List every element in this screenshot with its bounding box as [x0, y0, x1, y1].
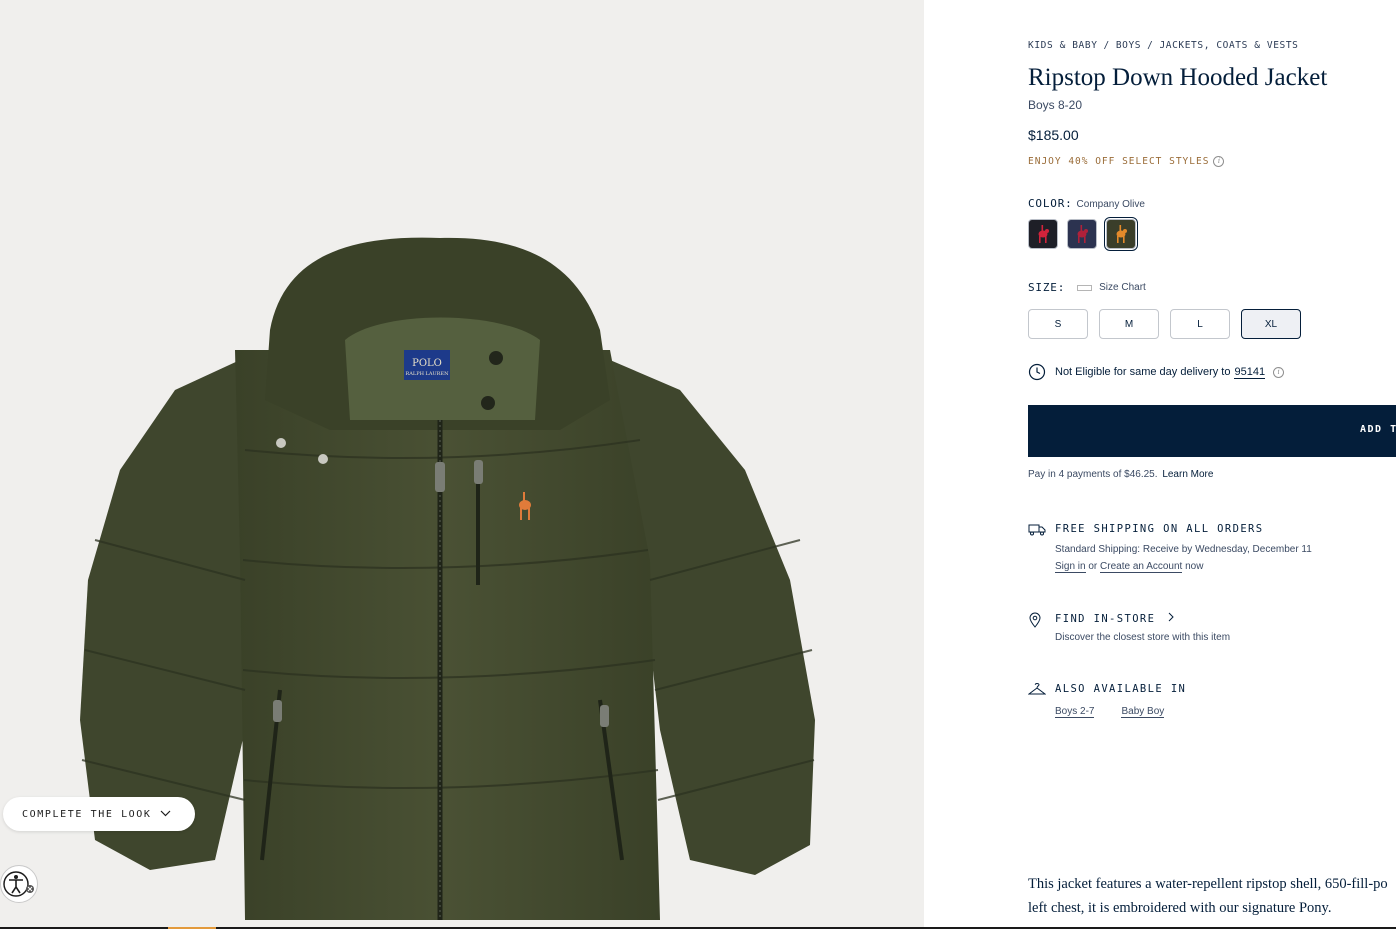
product-title: Ripstop Down Hooded Jacket [1028, 64, 1328, 91]
accessibility-icon [3, 871, 34, 897]
color-swatches [1028, 217, 1138, 251]
breadcrumb-item[interactable]: JACKETS, COATS & VESTS [1159, 40, 1298, 51]
now-text: now [1185, 561, 1204, 572]
find-in-store-label: FIND IN-STORE [1055, 613, 1156, 625]
svg-text:POLO: POLO [412, 358, 442, 369]
promo-message: ENJOY 40% OFF SELECT STYLES i [1028, 156, 1225, 167]
create-account-link[interactable]: Create an Account [1100, 561, 1183, 573]
color-swatch-selected[interactable] [1104, 217, 1138, 251]
size-option[interactable]: M [1099, 309, 1159, 339]
boys-2-7-link[interactable]: Boys 2-7 [1055, 706, 1095, 718]
promo-text: ENJOY 40% OFF SELECT STYLES [1028, 156, 1210, 167]
info-icon[interactable]: i [1213, 156, 1225, 167]
breadcrumb-item[interactable]: KIDS & BABY [1028, 40, 1098, 51]
shipping-heading: FREE SHIPPING ON ALL ORDERS [1055, 523, 1264, 535]
size-chart-link[interactable]: Size Chart [1077, 282, 1146, 293]
jacket-photo: POLO RALPH LAUREN [80, 237, 815, 920]
baby-boy-link[interactable]: Baby Boy [1121, 706, 1165, 718]
installment-payments: Pay in 4 payments of $46.25. Learn More [1028, 469, 1213, 480]
add-to-bag-label: ADD TO BAG [1360, 424, 1396, 435]
size-options: S M L XL [1028, 309, 1301, 339]
same-day-delivery-notice: Not Eligible for same day delivery to 95… [1028, 363, 1285, 381]
pony-logo-icon [1038, 225, 1049, 243]
find-in-store-heading: FIND IN-STORE [1055, 612, 1175, 625]
product-price: $185.00 [1028, 127, 1079, 143]
color-selector-label: COLOR: Company Olive [1028, 194, 1145, 212]
breadcrumb-separator: / [1147, 40, 1154, 51]
breadcrumb-item[interactable]: BOYS [1116, 40, 1141, 51]
product-subtitle: Boys 8-20 [1028, 98, 1083, 112]
selected-color-name: Company Olive [1076, 199, 1145, 210]
account-links: Sign in or Create an Account now [1055, 561, 1204, 573]
color-label: COLOR: [1028, 197, 1073, 210]
chevron-right-icon [1168, 612, 1174, 622]
pony-logo-icon [1077, 225, 1088, 243]
size-label: SIZE: [1028, 281, 1066, 294]
ruler-icon [1077, 284, 1093, 291]
truck-icon [1028, 523, 1046, 541]
product-image[interactable]: POLO RALPH LAUREN COMPLETE THE LOOK [0, 0, 924, 927]
pony-logo-icon [1116, 225, 1127, 243]
size-option[interactable]: L [1170, 309, 1230, 339]
clock-icon [1028, 363, 1046, 381]
size-selector-label: SIZE: Size Chart [1028, 281, 1146, 294]
complete-the-look-label: COMPLETE THE LOOK [22, 808, 152, 820]
accessibility-button[interactable] [0, 865, 38, 903]
size-option-selected[interactable]: XL [1241, 309, 1301, 339]
also-available-links: Boys 2-7 Baby Boy [1055, 706, 1165, 718]
also-available-heading: ALSO AVAILABLE IN [1055, 683, 1187, 695]
size-chart-label: Size Chart [1099, 282, 1146, 293]
product-details-panel: KIDS & BABY / BOYS / JACKETS, COATS & VESTS … [1027, 0, 1396, 929]
shipping-detail: Standard Shipping: Receive by Wednesday,… [1055, 544, 1312, 555]
or-text: or [1088, 561, 1098, 572]
find-in-store-detail: Discover the closest store with this ite… [1055, 632, 1231, 643]
zip-code-link[interactable]: 95141 [1234, 366, 1266, 379]
chevron-down-icon [160, 809, 171, 820]
complete-the-look-button[interactable]: COMPLETE THE LOOK [3, 797, 195, 831]
breadcrumb-separator: / [1103, 40, 1110, 51]
location-pin-icon [1028, 612, 1042, 633]
installment-text: Pay in 4 payments of $46.25. [1028, 469, 1158, 480]
delivery-text: Not Eligible for same day delivery to [1055, 366, 1231, 378]
info-icon[interactable]: i [1273, 366, 1285, 378]
color-swatch[interactable] [1067, 219, 1097, 249]
hanger-icon [1027, 682, 1047, 702]
description-line: left chest, it is embroidered with our s… [1028, 900, 1332, 916]
breadcrumb: KIDS & BABY / BOYS / JACKETS, COATS & VESTS [1028, 40, 1298, 51]
product-description: This jacket features a water-repellent r… [1028, 872, 1396, 920]
size-option[interactable]: S [1028, 309, 1088, 339]
learn-more-link[interactable]: Learn More [1162, 469, 1213, 480]
color-swatch[interactable] [1028, 219, 1058, 249]
description-line: This jacket features a water-repellent r… [1028, 876, 1388, 892]
add-to-bag-button[interactable]: ADD TO BAG [1028, 405, 1396, 457]
svg-text:RALPH LAUREN: RALPH LAUREN [406, 371, 450, 377]
sign-in-link[interactable]: Sign in [1055, 561, 1086, 573]
